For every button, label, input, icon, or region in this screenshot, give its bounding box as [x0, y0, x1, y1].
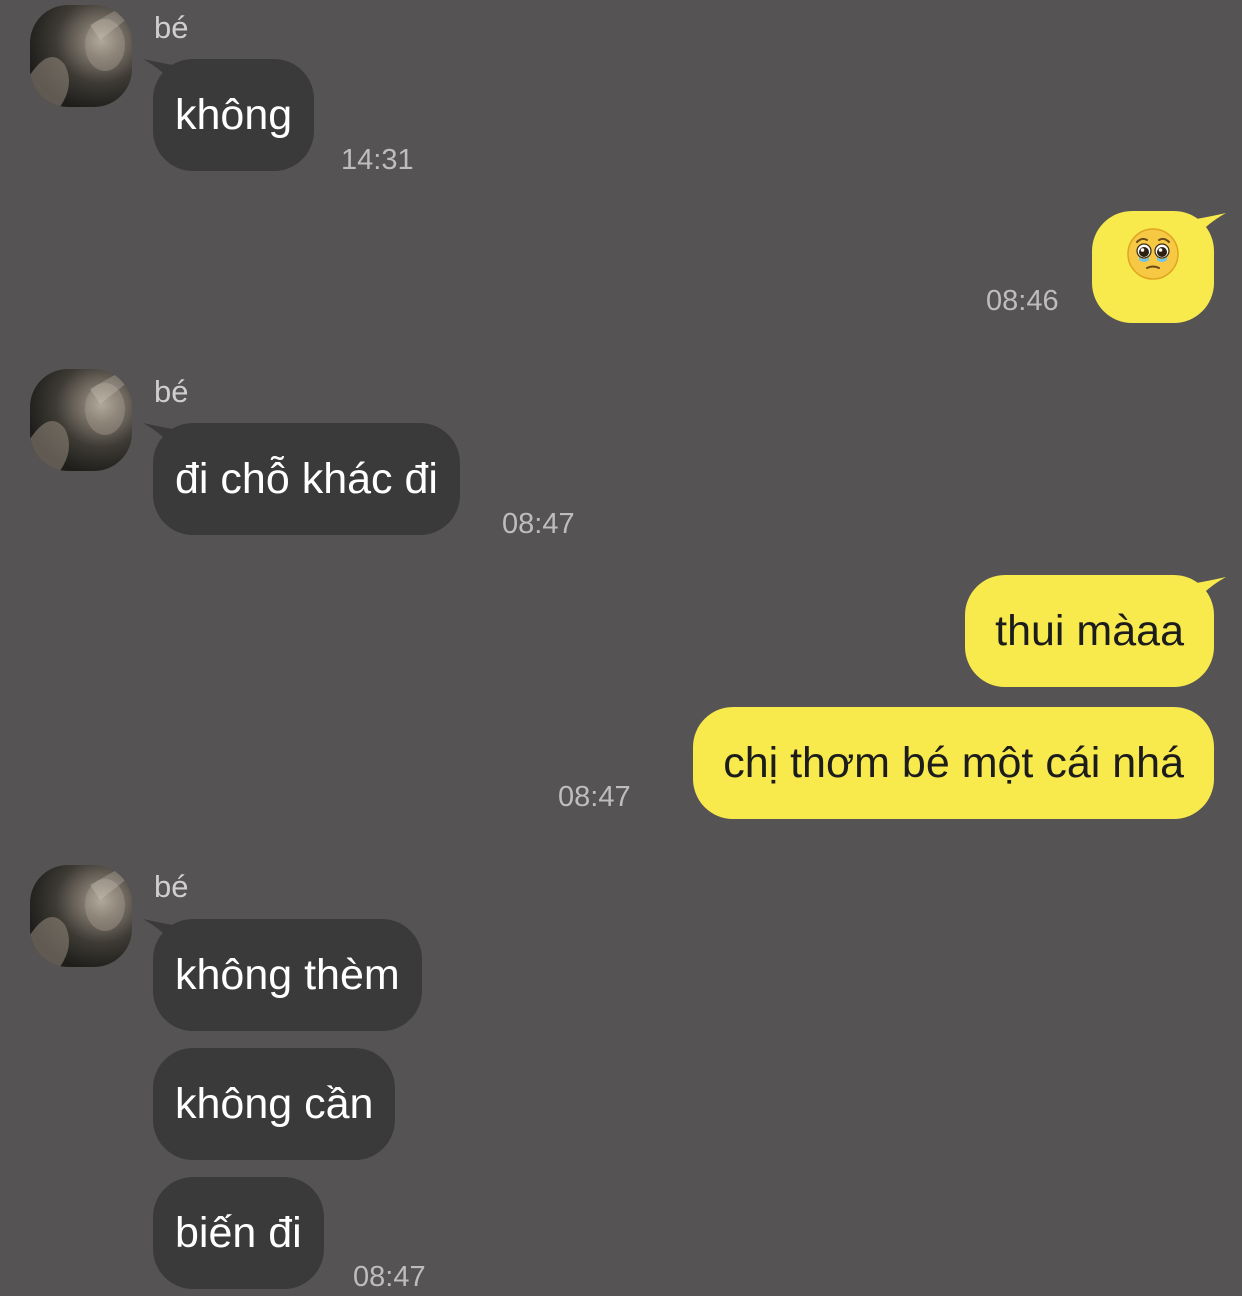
message-timestamp: 08:47 [502, 508, 575, 540]
message-bubble[interactable]: đi chỗ khác đi [153, 423, 460, 535]
chat-window: bé không 14:31 08:46 bé đi chỗ khác đi 0… [0, 0, 1242, 1296]
contact-avatar[interactable] [30, 865, 132, 967]
message-timestamp: 08:46 [986, 285, 1059, 317]
message-bubble[interactable]: không thèm [153, 919, 422, 1031]
contact-avatar[interactable] [30, 5, 132, 107]
message-timestamp: 08:47 [558, 781, 631, 813]
message-bubble[interactable]: thui màaa [965, 575, 1214, 687]
message-bubble[interactable]: biến đi [153, 1177, 324, 1289]
message-bubble[interactable]: chị thơm bé một cái nhá [693, 707, 1214, 819]
message-bubble[interactable]: không cần [153, 1048, 396, 1160]
message-timestamp: 14:31 [341, 144, 414, 176]
message-timestamp: 08:47 [353, 1261, 426, 1293]
message-bubble[interactable]: không [153, 59, 315, 171]
message-bubble[interactable] [1092, 211, 1214, 323]
contact-avatar[interactable] [30, 369, 132, 471]
pleading-face-icon [1126, 211, 1180, 323]
sender-name: bé [154, 10, 189, 45]
sender-name: bé [154, 374, 189, 409]
sender-name: bé [154, 869, 189, 904]
